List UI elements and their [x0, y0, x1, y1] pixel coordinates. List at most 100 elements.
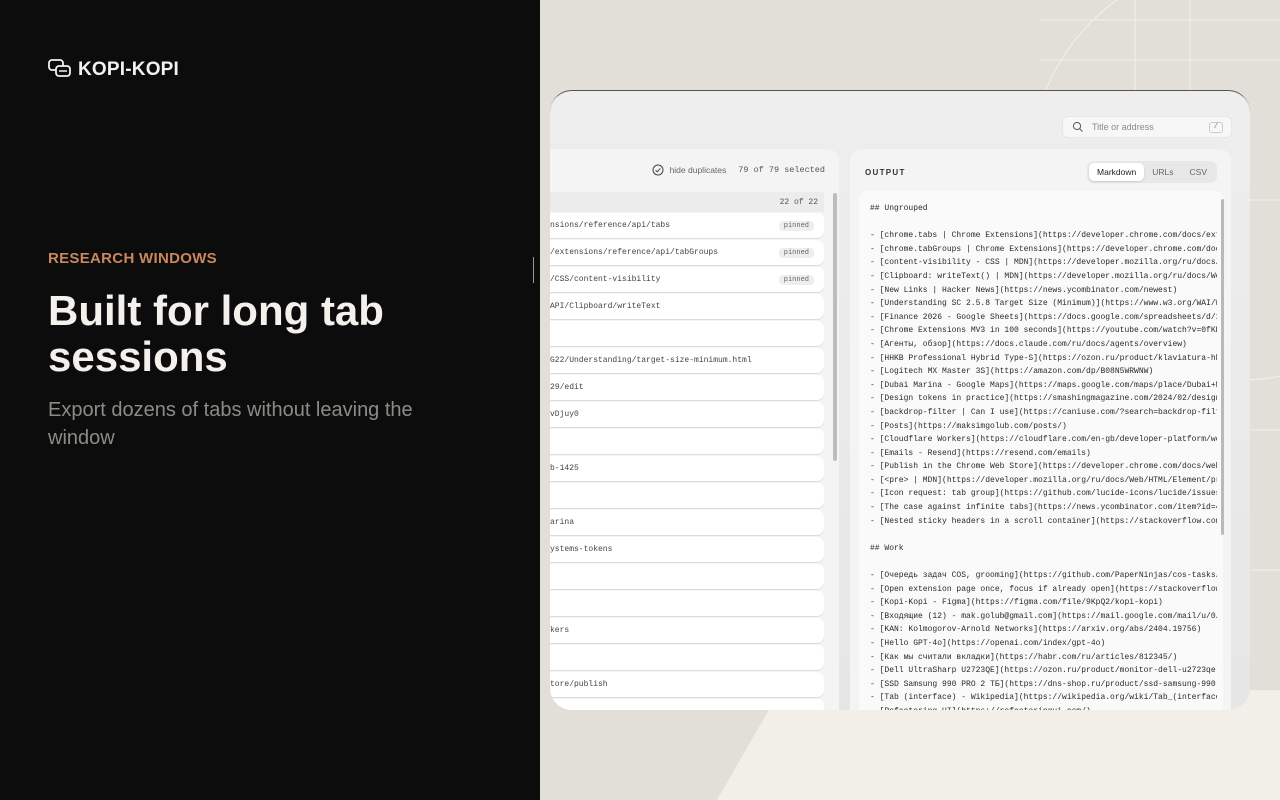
output-title: OUTPUT: [865, 168, 906, 177]
eyebrow-label: RESEARCH WINDOWS: [48, 250, 217, 267]
tab-row-url: ystems-tokens: [550, 545, 613, 554]
search-bar[interactable]: /: [1062, 116, 1232, 138]
output-line: - [The case against infinite tabs](https…: [870, 503, 1217, 513]
tab-row[interactable]: [550, 645, 824, 670]
tab-row[interactable]: kers: [550, 618, 824, 643]
list-toolbar: hide duplicates 79 of 79 selected: [652, 164, 825, 176]
output-line: - [Understanding SC 2.5.8 Target Size (M…: [870, 299, 1217, 309]
pinned-badge: pinned: [778, 221, 814, 231]
tab-row-url: G22/Understanding/target-size-minimum.ht…: [550, 356, 752, 365]
format-tab-urls[interactable]: URLs: [1144, 163, 1181, 181]
tab-row-url: /extensions/reference/api/tabGroups: [550, 248, 719, 257]
tab-row-url: arina: [550, 518, 575, 527]
format-tab-markdown[interactable]: Markdown: [1089, 163, 1145, 181]
tab-row[interactable]: /extensions/reference/api/tabGroups pinne…: [550, 240, 824, 265]
tab-row[interactable]: [550, 564, 824, 589]
output-line: ## Work: [870, 543, 904, 553]
selected-count: 79 of 79 selected: [738, 165, 825, 175]
tab-row-url: kers: [550, 626, 570, 635]
output-line: - [Posts](https://maksimgolub.com/posts/…: [870, 421, 1067, 431]
output-line: - [Chrome Extensions MV3 in 100 seconds]…: [870, 326, 1217, 336]
tab-row[interactable]: /CSS/content-visibility pinned: [550, 267, 824, 292]
output-line: - [Logitech MX Master 3S](https://amazon…: [870, 367, 1154, 377]
tab-row[interactable]: [550, 429, 824, 454]
tab-row[interactable]: ystems-tokens: [550, 537, 824, 562]
output-line: - [Очередь задач COS, grooming](https://…: [870, 571, 1217, 581]
output-line: - [content-visibility - CSS | MDN](https…: [870, 258, 1217, 268]
tab-row-url: 29/edit: [550, 383, 584, 392]
hero-panel: KOPI-KOPI RESEARCH WINDOWS Built for lon…: [0, 0, 540, 800]
tab-row[interactable]: [550, 699, 824, 710]
output-line: - [Design tokens in practice](https://sm…: [870, 394, 1217, 404]
check-circle-icon[interactable]: [652, 164, 664, 176]
output-line: - [Publish in the Chrome Web Store](http…: [870, 462, 1217, 472]
subtitle: Export dozens of tabs without leaving th…: [48, 399, 413, 449]
copy-windows-icon: [48, 58, 71, 77]
headline: Built for long tab sessions: [48, 287, 384, 380]
search-shortcut-hint: /: [1209, 121, 1223, 133]
output-line: - [Nested sticky headers in a scroll con…: [870, 516, 1217, 526]
group-count: 22 of 22: [779, 198, 818, 207]
output-line: - [Open extension page once, focus if al…: [870, 584, 1217, 594]
tab-row[interactable]: b-1425: [550, 456, 824, 481]
output-line: - [Dell UltraSharp U2723QE](https://ozon…: [870, 666, 1217, 676]
output-line: - [Emails - Resend](https://resend.com/e…: [870, 448, 1091, 458]
output-line: - [Tab (interface) - Wikipedia](https://…: [870, 693, 1217, 703]
tab-row[interactable]: [550, 321, 824, 346]
tab-row[interactable]: arina: [550, 510, 824, 535]
list-scrollbar[interactable]: [833, 193, 837, 461]
output-line: - [Kopi-Kopi - Figma](https://figma.com/…: [870, 598, 1163, 608]
output-line: - [chrome.tabGroups | Chrome Extensions]…: [870, 244, 1217, 254]
format-switcher: Markdown URLs CSV: [1087, 161, 1217, 183]
output-line: - [SSD Samsung 990 PRO 2 ТБ](https://dns…: [870, 679, 1217, 689]
output-line: - [Cloudflare Workers](https://cloudflar…: [870, 435, 1217, 445]
output-line: - [Dubai Marina - Google Maps](https://m…: [870, 380, 1217, 390]
tab-row-url: nsions/reference/api/tabs: [550, 221, 671, 230]
app-window: / hide duplicates 79 of 79 selected 22 o…: [550, 90, 1250, 710]
output-line: - [KAN: Kolmogorov-Arnold Networks](http…: [870, 625, 1202, 635]
brand-name: KOPI-KOPI: [78, 59, 180, 80]
output-line: - [<pre> | MDN](https://developer.mozill…: [870, 475, 1217, 485]
tab-list-panel: hide duplicates 79 of 79 selected 22 of …: [550, 149, 839, 710]
tab-row[interactable]: [550, 591, 824, 616]
tab-row[interactable]: nsions/reference/api/tabs pinned: [550, 213, 824, 238]
tab-row[interactable]: tore/publish: [550, 672, 824, 697]
tab-row-url: tore/publish: [550, 680, 608, 689]
tab-row-url: vDjuy0: [550, 410, 579, 419]
output-line: - [Icon request: tab group](https://gith…: [870, 489, 1217, 499]
brand: KOPI-KOPI: [48, 56, 179, 81]
output-line: - [Finance 2026 - Google Sheets](https:/…: [870, 312, 1217, 322]
output-line: - [Как мы считали вкладки](https://habr.…: [870, 652, 1178, 662]
output-line: - [Входящие (12) - mak.golub@gmail.com](…: [870, 611, 1217, 621]
pinned-badge: pinned: [778, 275, 814, 285]
tab-row[interactable]: 29/edit: [550, 375, 824, 400]
hide-duplicates-toggle[interactable]: hide duplicates: [670, 165, 727, 175]
tab-row[interactable]: vDjuy0: [550, 402, 824, 427]
divider-tick: [533, 257, 534, 283]
tab-row-url: API/Clipboard/writeText: [550, 302, 661, 311]
pinned-badge: pinned: [778, 248, 814, 258]
output-line: ## Ungrouped: [870, 204, 928, 213]
output-line: - [Hello GPT-4o](https://openai.com/inde…: [870, 639, 1106, 648]
output-scrollbar[interactable]: [1221, 199, 1224, 535]
output-line: - [New Links | Hacker News](https://news…: [870, 285, 1178, 295]
output-line: - [Refactoring UI](https://refactoringui…: [870, 705, 1217, 710]
search-icon: [1072, 121, 1083, 132]
tab-rows: nsions/reference/api/tabs pinned/extensio…: [550, 213, 824, 710]
output-line: - [Clipboard: writeText() | MDN](https:/…: [870, 271, 1217, 281]
output-line: - [chrome.tabs | Chrome Extensions](http…: [870, 231, 1217, 241]
output-panel: OUTPUT Markdown URLs CSV ## Ungrouped - […: [850, 149, 1231, 710]
output-line: - [Агенты, обзор](https://docs.claude.co…: [870, 339, 1187, 349]
search-input[interactable]: [1092, 122, 1209, 132]
tab-row[interactable]: [550, 483, 824, 508]
tab-row[interactable]: G22/Understanding/target-size-minimum.ht…: [550, 348, 824, 373]
tab-row-url: b-1425: [550, 464, 579, 473]
group-header[interactable]: 22 of 22: [550, 192, 824, 212]
format-tab-csv[interactable]: CSV: [1182, 163, 1215, 181]
output-text[interactable]: ## Ungrouped - [chrome.tabs | Chrome Exte…: [859, 191, 1223, 710]
tab-row[interactable]: API/Clipboard/writeText: [550, 294, 824, 319]
output-line: - [backdrop-filter | Can I use](https://…: [870, 407, 1217, 417]
